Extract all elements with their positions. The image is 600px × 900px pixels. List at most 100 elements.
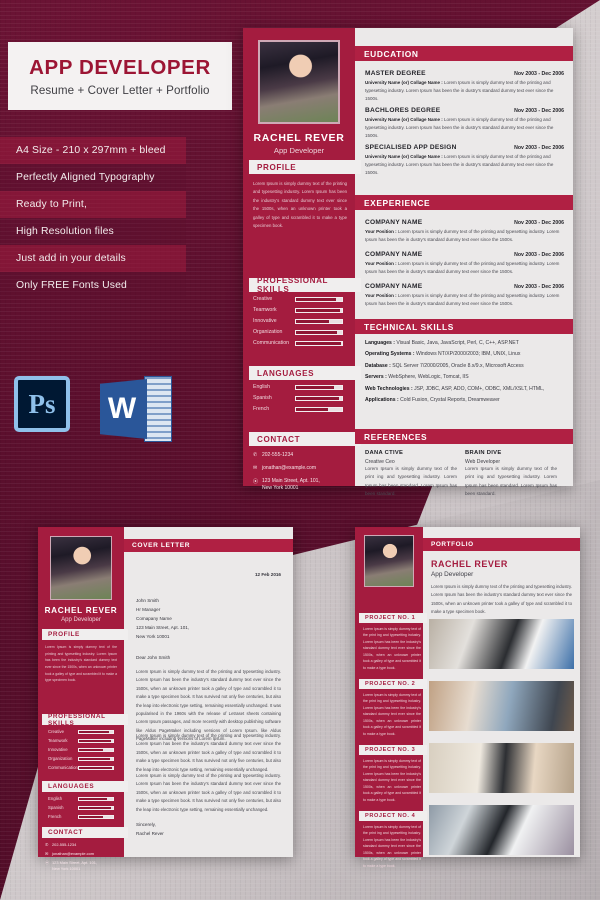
resume-main-column: EUDCATION MASTER DEGREE Nov 2003 - Dec 200… [355, 28, 573, 496]
reference-role: Web Developer [465, 458, 501, 465]
bar-label: Innovative [253, 318, 277, 324]
bar-track [295, 396, 343, 401]
map-pin-icon: ⦿ [45, 860, 49, 865]
entry-label: University Name (or) Collage Name : [365, 117, 445, 122]
technical-skill-row: Operating Systems : Windows NT/XP/2000/2… [365, 351, 521, 358]
section-header-technical-skills: TECHNICAL SKILLS [355, 319, 573, 334]
phone-icon: ✆ [45, 842, 49, 847]
envelope-icon: ✉ [45, 851, 49, 856]
entry-label: University Name (or) Collage Name : [365, 154, 445, 159]
bar-label: Teamwork [253, 307, 277, 313]
project-description: Lorem Ipsum is simply dummy text of the … [363, 627, 421, 670]
bar-label: Communication [253, 340, 290, 346]
word-icon-body: W [100, 379, 147, 439]
bar-label: Communication [48, 765, 78, 770]
bar-label: Teamwork [48, 738, 68, 743]
bar-track [295, 341, 343, 346]
portfolio-main-column: PORTFOLIO RACHEL REVER App Developer Lor… [423, 527, 580, 857]
project-description: Lorem Ipsum is simply dummy text of the … [363, 825, 421, 868]
cover-letter-recipient-line: John Smith [136, 598, 159, 603]
entry-title: MASTER DEGREE [365, 70, 426, 77]
technical-skill-row: Web Technologies : JSP, JDBC, ASP, ADO, … [365, 385, 545, 392]
entry-title: COMPANY NAME [365, 251, 423, 258]
cover-letter-paragraph: Lorem Ipsum is simply dummy text of the … [136, 773, 281, 812]
resume-page-preview[interactable]: RACHEL REVER App Developer PROFILE Lorem … [243, 28, 573, 496]
bar-fill [79, 807, 111, 809]
bar-label: Creative [253, 296, 273, 302]
envelope-icon: ✉ [253, 465, 258, 471]
avatar [364, 535, 414, 587]
feature-item: A4 Size - 210 x 297mm + bleed [0, 137, 186, 164]
project-header: PROJECT NO. 1 [359, 613, 427, 623]
project-thumbnail [429, 681, 574, 731]
bar-fill [296, 320, 330, 323]
cover-letter-recipient-line: New York 10001 [136, 634, 170, 639]
technical-skill-label: Operating Systems : [365, 351, 416, 358]
bar-track [295, 297, 343, 302]
bar-track [78, 806, 114, 810]
project-header: PROJECT NO. 3 [359, 745, 427, 755]
bar-fill [296, 408, 329, 411]
feature-item: Perfectly Aligned Typography [0, 164, 186, 191]
cover-letter-recipient-line: 123 Main Street, Apt. 101, [136, 625, 190, 630]
portfolio-name: RACHEL REVER [431, 559, 508, 569]
bar-track [78, 766, 114, 770]
resume-sidebar: RACHEL REVER App Developer PROFILE Lorem … [243, 28, 361, 491]
feature-list: A4 Size - 210 x 297mm + bleed Perfectly A… [0, 137, 186, 299]
bar-label: Innovative [48, 747, 68, 752]
resume-name: RACHEL REVER [253, 132, 345, 144]
project-thumbnail [429, 743, 574, 793]
section-header-professional-skills: PROFESSIONAL SKILLS [42, 713, 128, 727]
cover-letter-salutation: Dear John Smith [136, 655, 171, 660]
contact-text: 123 Main Street, Apt. 101, [52, 860, 97, 865]
promo-subtitle: Resume + Cover Letter + Portfolio [30, 83, 210, 97]
bar-fill [296, 298, 337, 301]
cover-letter-name: RACHEL REVER [44, 606, 118, 615]
entry-label: Your Position : [365, 261, 398, 266]
contact-text: 202-555-1234 [52, 842, 77, 847]
technical-skill-row: Servers : WebSphere, WebLogic, Tomcat, I… [365, 374, 469, 381]
entry-description: Your Position : Lorem Ipsum is simply du… [365, 261, 560, 274]
entry-label: Your Position : [365, 293, 398, 298]
section-header-profile: PROFILE [42, 629, 128, 640]
bar-track [78, 748, 114, 752]
entry-title: COMPANY NAME [365, 219, 423, 226]
cover-letter-main-column: COVER LETTER 12 Feb 2016 John Smith Hr Man… [124, 527, 293, 857]
contact-text: New York 10001 [262, 485, 299, 491]
bar-label: English [253, 384, 271, 390]
entry-label: Your Position : [365, 229, 398, 234]
contact-text: jonathan@example.com [52, 851, 95, 856]
bar-fill [79, 798, 107, 800]
section-header-languages: LANGUAGES [249, 366, 361, 380]
cover-letter-recipient-line: Hr Manager [136, 607, 161, 612]
technical-skill-label: Languages : [365, 340, 397, 346]
entry-date: Nov 2003 - Dec 2006 [514, 252, 564, 258]
profile-text: Lorem Ipsum is simply dummy text of the … [45, 645, 117, 683]
section-header-contact: CONTACT [249, 432, 361, 446]
technical-skill-label: Database : [365, 362, 393, 369]
technical-skill-label: Applications : [365, 396, 401, 403]
section-header-contact: CONTACT [42, 827, 128, 838]
contact-text: jonathan@example.com [262, 465, 316, 471]
promo-title-card: APP DEVELOPER Resume + Cover Letter + Po… [8, 42, 232, 110]
portfolio-page-preview[interactable]: PROJECT NO. 1 Lorem Ipsum is simply dummy… [355, 527, 580, 868]
contact-text: 123 Main Street, Apt. 101, [262, 478, 320, 484]
project-description: Lorem Ipsum is simply dummy text of the … [363, 759, 421, 802]
entry-title: SPECIALISED APP DESIGN [365, 144, 457, 151]
word-icon-letter: W [107, 392, 137, 425]
section-header-references: REFERENCES [355, 429, 573, 444]
project-header: PROJECT NO. 4 [359, 811, 427, 821]
section-header-experience: EXEPERIENCE [355, 195, 573, 210]
bar-fill [296, 342, 341, 345]
portfolio-banner: PORTFOLIO [423, 538, 580, 551]
cover-letter-page-preview[interactable]: RACHEL REVER App Developer PROFILE Lorem … [38, 527, 293, 871]
bar-fill [296, 331, 338, 334]
bar-fill [296, 386, 334, 389]
bar-fill [79, 731, 109, 733]
entry-date: Nov 2003 - Dec 2006 [514, 220, 564, 226]
entry-date: Nov 2003 - Dec 2006 [514, 145, 564, 151]
profile-text: Lorem Ipsum is simply dummy text of the … [253, 181, 347, 228]
cover-letter-date: 12 Feb 2016 [254, 572, 281, 577]
entry-date: Nov 2003 - Dec 2006 [514, 108, 564, 114]
entry-description: University Name (or) Collage Name : Lore… [365, 154, 554, 175]
